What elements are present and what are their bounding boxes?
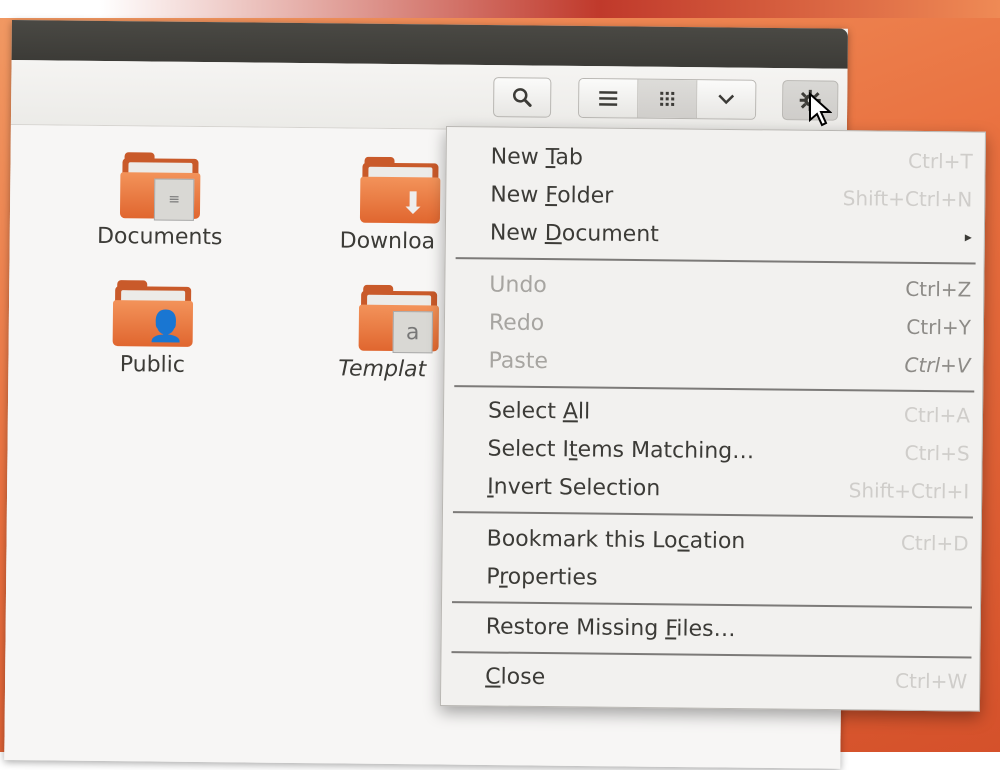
menu-item-accelerator: Ctrl+D [900,530,969,556]
menu-item-accelerator: Ctrl+V [904,352,971,378]
menu-item-accelerator: Ctrl+Z [905,276,972,302]
menu-item-label: New Folder [490,181,614,209]
folder-label: Public [119,352,186,378]
chevron-down-icon [718,94,735,105]
search-icon [512,88,532,107]
folder-public[interactable]: 👤 Public [72,280,233,379]
menu-item-accelerator: Shift+Ctrl+I [848,478,970,504]
menu-item-restore-missing-files[interactable]: Restore Missing Files… [442,607,982,651]
menu-item-accelerator: Ctrl+W [894,668,968,694]
menu-item-invert-selection[interactable]: Invert Selection Shift+Ctrl+I [443,467,983,511]
menu-item-label: Properties [486,563,598,591]
menu-item-label: Close [485,663,546,690]
menu-item-label: Bookmark this Location [486,525,746,554]
menu-item-label: Invert Selection [487,473,661,501]
menu-item-label: Redo [488,309,545,336]
grid-view-button[interactable] [638,79,698,119]
folder-downloads[interactable]: ⬇ Downloa [340,156,461,254]
list-view-button[interactable] [579,78,639,118]
menu-item-label: New Tab [490,143,584,170]
menu-item-accelerator: Shift+Ctrl+N [842,186,973,212]
search-button[interactable] [493,77,552,118]
folder-documents-icon: ≡ [119,152,201,221]
folder-downloads-icon: ⬇ [359,156,441,224]
menu-item-label: New Document [489,219,659,247]
mouse-cursor-icon [809,92,832,127]
list-view-icon [599,91,618,106]
folder-public-icon: 👤 [112,280,194,347]
menu-item-new-folder[interactable]: New Folder Shift+Ctrl+N [446,175,986,219]
menu-item-label: Paste [488,347,549,374]
menu-item-undo: Undo Ctrl+Z [445,265,985,309]
menu-item-accelerator: Ctrl+A [903,402,971,428]
menu-item-accelerator: Ctrl+T [907,148,973,174]
app-menu-dropdown: New Tab Ctrl+T New Folder Shift+Ctrl+N N… [439,126,986,712]
grid-view-icon [660,91,675,106]
menu-item-accelerator: Ctrl+S [904,440,970,466]
menu-item-label: Select Items Matching… [487,435,755,464]
menu-item-properties[interactable]: Properties [442,557,982,601]
toolbar [10,59,848,134]
menu-item-new-tab[interactable]: New Tab Ctrl+T [446,137,986,181]
menu-item-select-all[interactable]: Select All Ctrl+A [444,391,984,435]
menu-item-bookmark-location[interactable]: Bookmark this Location Ctrl+D [442,519,982,563]
menu-item-label: Restore Missing Files… [485,613,736,642]
menu-separator [452,511,973,519]
menu-item-label: Undo [489,271,547,298]
folder-label: Documents [96,223,223,251]
desktop-top-strip [0,0,1000,18]
menu-item-new-document[interactable]: New Document ▸ [446,213,986,257]
menu-item-paste: Paste Ctrl+V [444,341,984,385]
view-options-button[interactable] [697,80,756,119]
folder-label: Downloa [339,228,436,255]
menu-item-accelerator: Ctrl+Y [906,314,972,340]
folder-documents[interactable]: ≡ Documents [80,152,241,251]
menu-item-select-items-matching[interactable]: Select Items Matching… Ctrl+S [443,429,983,473]
folder-templates[interactable]: a Templat [338,284,449,382]
view-toggle-group [578,77,757,120]
menu-item-label: Select All [487,397,591,425]
folder-label: Templat [338,356,427,383]
menu-item-redo: Redo Ctrl+Y [445,303,985,347]
folder-templates-icon: a [358,284,440,354]
submenu-arrow-icon: ▸ [964,229,972,246]
menu-separator [455,257,976,265]
menu-item-close[interactable]: Close Ctrl+W [441,657,981,701]
